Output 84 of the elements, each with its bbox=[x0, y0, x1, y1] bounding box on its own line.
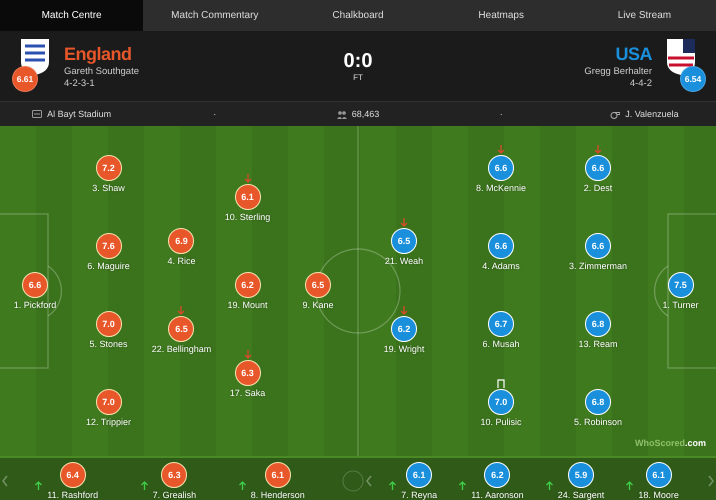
player-rating[interactable]: 5.9 bbox=[568, 462, 594, 488]
team-rating: 6.54 bbox=[680, 66, 706, 92]
player-rating[interactable]: 6.1 bbox=[234, 184, 260, 210]
player-name: 6. Musah bbox=[482, 339, 520, 349]
player-name: 5. Robinson bbox=[574, 417, 622, 427]
player-name: 12. Trippier bbox=[86, 417, 132, 427]
player-rating[interactable]: 6.8 bbox=[585, 311, 611, 337]
referee-name: J. Valenzuela bbox=[625, 109, 679, 119]
player-rating[interactable]: 7.6 bbox=[96, 233, 122, 259]
player-name: 10. Pulisic bbox=[480, 417, 522, 427]
player-rating[interactable]: 6.4 bbox=[60, 462, 86, 488]
player-rating[interactable]: 7.0 bbox=[96, 389, 122, 415]
separator-dot: · bbox=[213, 109, 216, 119]
whistle-icon bbox=[610, 110, 620, 118]
separator-dot: · bbox=[500, 109, 503, 119]
player-name: 17. Saka bbox=[230, 388, 266, 398]
player-name: 11. Aaronson bbox=[471, 490, 524, 500]
player-rating[interactable]: 7.0 bbox=[96, 311, 122, 337]
player-rating[interactable]: 6.1 bbox=[406, 462, 432, 488]
player-rating[interactable]: 6.8 bbox=[584, 389, 611, 415]
stadium-name: Al Bayt Stadium bbox=[47, 109, 112, 119]
next-arrow[interactable] bbox=[706, 474, 716, 488]
player-name: 3. Shaw bbox=[92, 183, 125, 193]
player-name: 7. Reyna bbox=[401, 490, 438, 500]
player-name: 10. Sterling bbox=[224, 212, 270, 222]
player-name: 19. Wright bbox=[384, 344, 424, 354]
player-rating[interactable]: 6.1 bbox=[264, 462, 291, 488]
player-name: 24. Sargent bbox=[558, 490, 604, 500]
player-name: 11. Rashford bbox=[47, 490, 98, 500]
player-name: 22. Bellingham bbox=[152, 344, 212, 354]
player-rating[interactable]: 6.7 bbox=[488, 311, 514, 337]
player-name: 1. Pickford bbox=[14, 300, 56, 310]
player-name: 8. McKennie bbox=[476, 183, 526, 193]
player-rating[interactable]: 6.6 bbox=[584, 155, 611, 181]
team-name[interactable]: England bbox=[64, 44, 139, 64]
attendance: 68,463 bbox=[352, 109, 380, 119]
player-rating[interactable]: 6.6 bbox=[584, 233, 611, 259]
divider-ring-icon bbox=[342, 470, 364, 492]
score: 0:0 bbox=[344, 50, 372, 73]
player-rating[interactable]: 6.6 bbox=[488, 233, 514, 259]
player-name: 3. Zimmerman bbox=[568, 261, 627, 271]
player-name: 4. Adams bbox=[482, 261, 520, 271]
player-rating[interactable]: 6.5 bbox=[391, 228, 417, 254]
player-rating[interactable]: 6.6 bbox=[22, 272, 48, 298]
previous-arrow[interactable] bbox=[364, 474, 374, 488]
crowd-icon bbox=[336, 110, 347, 118]
player-rating[interactable]: 6.9 bbox=[168, 228, 194, 254]
team-name[interactable]: USA bbox=[615, 44, 652, 64]
player-name: 19. Mount bbox=[227, 300, 268, 310]
player-rating[interactable]: 6.2 bbox=[234, 272, 260, 298]
manager-name: Gregg Berhalter bbox=[584, 66, 652, 76]
team-rating: 6.61 bbox=[12, 66, 38, 92]
match-status: FT bbox=[353, 73, 363, 82]
player-rating[interactable]: 6.6 bbox=[488, 155, 514, 181]
player-rating[interactable]: 6.1 bbox=[646, 462, 672, 488]
player-name: 21. Weah bbox=[384, 256, 424, 266]
whoscored-logo: WhoScored.com bbox=[634, 438, 706, 448]
player-name: 9. Kane bbox=[302, 300, 334, 310]
player-name: 13. Ream bbox=[578, 339, 618, 349]
player-rating[interactable]: 7.0 bbox=[488, 389, 514, 415]
player-name: 2. Dest bbox=[584, 183, 612, 193]
player-name: 4. Rice bbox=[167, 256, 196, 266]
crest-icon bbox=[666, 38, 696, 76]
stadium-icon bbox=[32, 110, 42, 118]
player-rating[interactable]: 6.2 bbox=[390, 316, 417, 342]
player-rating[interactable]: 6.5 bbox=[168, 316, 194, 342]
player-name: 5. Stones bbox=[89, 339, 128, 349]
player-name: 6. Maguire bbox=[87, 261, 130, 271]
player-rating[interactable]: 6.3 bbox=[161, 462, 188, 488]
crest-icon bbox=[20, 38, 50, 76]
tab[interactable]: Match Centre bbox=[0, 0, 144, 31]
player-rating[interactable]: 6.5 bbox=[305, 272, 331, 298]
player-name: 7. Grealish bbox=[152, 490, 196, 500]
player-name: 18. Moore bbox=[638, 490, 679, 500]
player-rating[interactable]: 6.2 bbox=[484, 462, 510, 488]
formation: 4-4-2 bbox=[630, 78, 652, 88]
player-rating[interactable]: 6.3 bbox=[234, 360, 260, 386]
previous-arrow[interactable] bbox=[0, 474, 10, 488]
player-rating[interactable]: 7.2 bbox=[96, 155, 122, 181]
player-rating[interactable]: 7.5 bbox=[668, 272, 694, 298]
player-name: 8. Henderson bbox=[250, 490, 305, 500]
player-name: 1. Turner bbox=[662, 300, 699, 310]
formation: 4-2-3-1 bbox=[64, 78, 96, 88]
manager-name: Gareth Southgate bbox=[64, 66, 139, 76]
